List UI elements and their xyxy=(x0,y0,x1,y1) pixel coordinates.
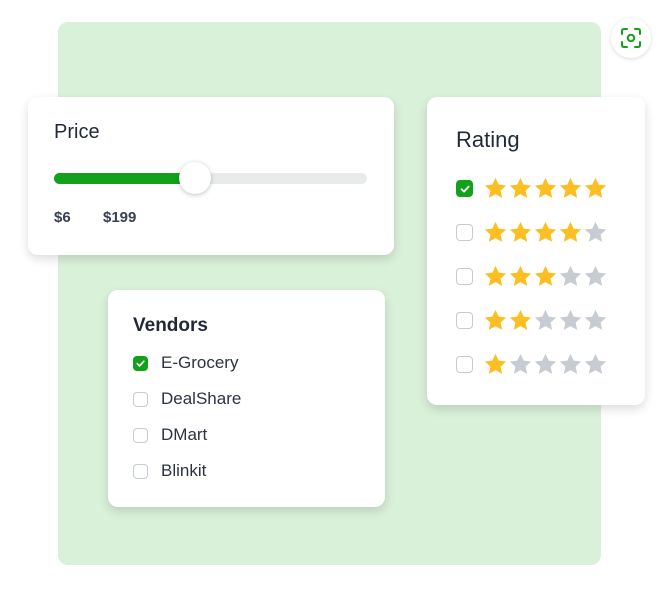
price-slider-thumb[interactable] xyxy=(178,162,211,194)
price-title: Price xyxy=(54,121,100,143)
star-empty-icon xyxy=(559,353,582,374)
rating-option-3-stars[interactable] xyxy=(456,264,608,289)
star-filled-icon xyxy=(509,309,532,330)
star-filled-icon xyxy=(584,177,607,198)
price-slider-fill xyxy=(54,173,195,184)
star-rating xyxy=(483,352,608,377)
rating-checkbox[interactable] xyxy=(456,224,473,241)
vendor-checkbox[interactable] xyxy=(133,391,148,407)
vendors-title: Vendors xyxy=(133,315,208,336)
star-rating xyxy=(483,264,608,289)
price-max-label: $199 xyxy=(103,209,137,226)
rating-checkbox[interactable] xyxy=(456,180,473,197)
star-empty-icon xyxy=(584,353,607,374)
star-filled-icon xyxy=(534,265,557,286)
star-rating xyxy=(483,176,608,201)
star-filled-icon xyxy=(559,177,582,198)
star-filled-icon xyxy=(484,221,507,242)
vendor-label: DMart xyxy=(161,425,208,444)
vendors-filter-card: Vendors E-Grocery DealShare DMart Blinkit xyxy=(108,290,385,507)
rating-checkbox[interactable] xyxy=(456,312,473,329)
star-rating xyxy=(483,220,608,245)
star-empty-icon xyxy=(534,353,557,374)
star-filled-icon xyxy=(484,265,507,286)
rating-checkbox[interactable] xyxy=(456,268,473,285)
price-slider-track[interactable] xyxy=(54,162,367,194)
vendor-label: E-Grocery xyxy=(161,353,239,372)
rating-title: Rating xyxy=(456,127,520,152)
star-filled-icon xyxy=(509,221,532,242)
rating-option-1-stars[interactable] xyxy=(456,352,608,377)
star-filled-icon xyxy=(484,309,507,330)
scan-button[interactable] xyxy=(611,18,651,58)
vendor-option[interactable]: Blinkit xyxy=(133,461,206,481)
star-empty-icon xyxy=(584,221,607,242)
star-filled-icon xyxy=(559,221,582,242)
star-filled-icon xyxy=(509,265,532,286)
star-empty-icon xyxy=(559,265,582,286)
star-empty-icon xyxy=(584,309,607,330)
scan-focus-icon xyxy=(621,28,641,48)
vendor-option[interactable]: DMart xyxy=(133,425,207,445)
star-empty-icon xyxy=(534,309,557,330)
vendor-checkbox[interactable] xyxy=(133,427,148,443)
vendor-checkbox[interactable] xyxy=(133,355,148,371)
star-filled-icon xyxy=(534,177,557,198)
star-filled-icon xyxy=(484,353,507,374)
vendor-option[interactable]: DealShare xyxy=(133,389,241,409)
rating-option-4-stars[interactable] xyxy=(456,220,608,245)
star-filled-icon xyxy=(534,221,557,242)
star-empty-icon xyxy=(584,265,607,286)
vendor-option[interactable]: E-Grocery xyxy=(133,353,238,373)
price-filter-card: Price $6 $199 xyxy=(28,97,394,255)
checkmark-icon xyxy=(136,359,145,367)
star-filled-icon xyxy=(484,177,507,198)
rating-option-5-stars[interactable] xyxy=(456,176,608,201)
rating-filter-card: Rating xyxy=(427,97,645,405)
rating-option-2-stars[interactable] xyxy=(456,308,608,333)
price-min-label: $6 xyxy=(54,209,71,226)
star-rating xyxy=(483,308,608,333)
vendor-label: DealShare xyxy=(161,389,242,408)
star-empty-icon xyxy=(559,309,582,330)
checkmark-icon xyxy=(460,185,469,192)
vendor-label: Blinkit xyxy=(161,461,207,480)
vendor-checkbox[interactable] xyxy=(133,463,148,479)
rating-checkbox[interactable] xyxy=(456,356,473,373)
star-empty-icon xyxy=(509,353,532,374)
star-filled-icon xyxy=(509,177,532,198)
